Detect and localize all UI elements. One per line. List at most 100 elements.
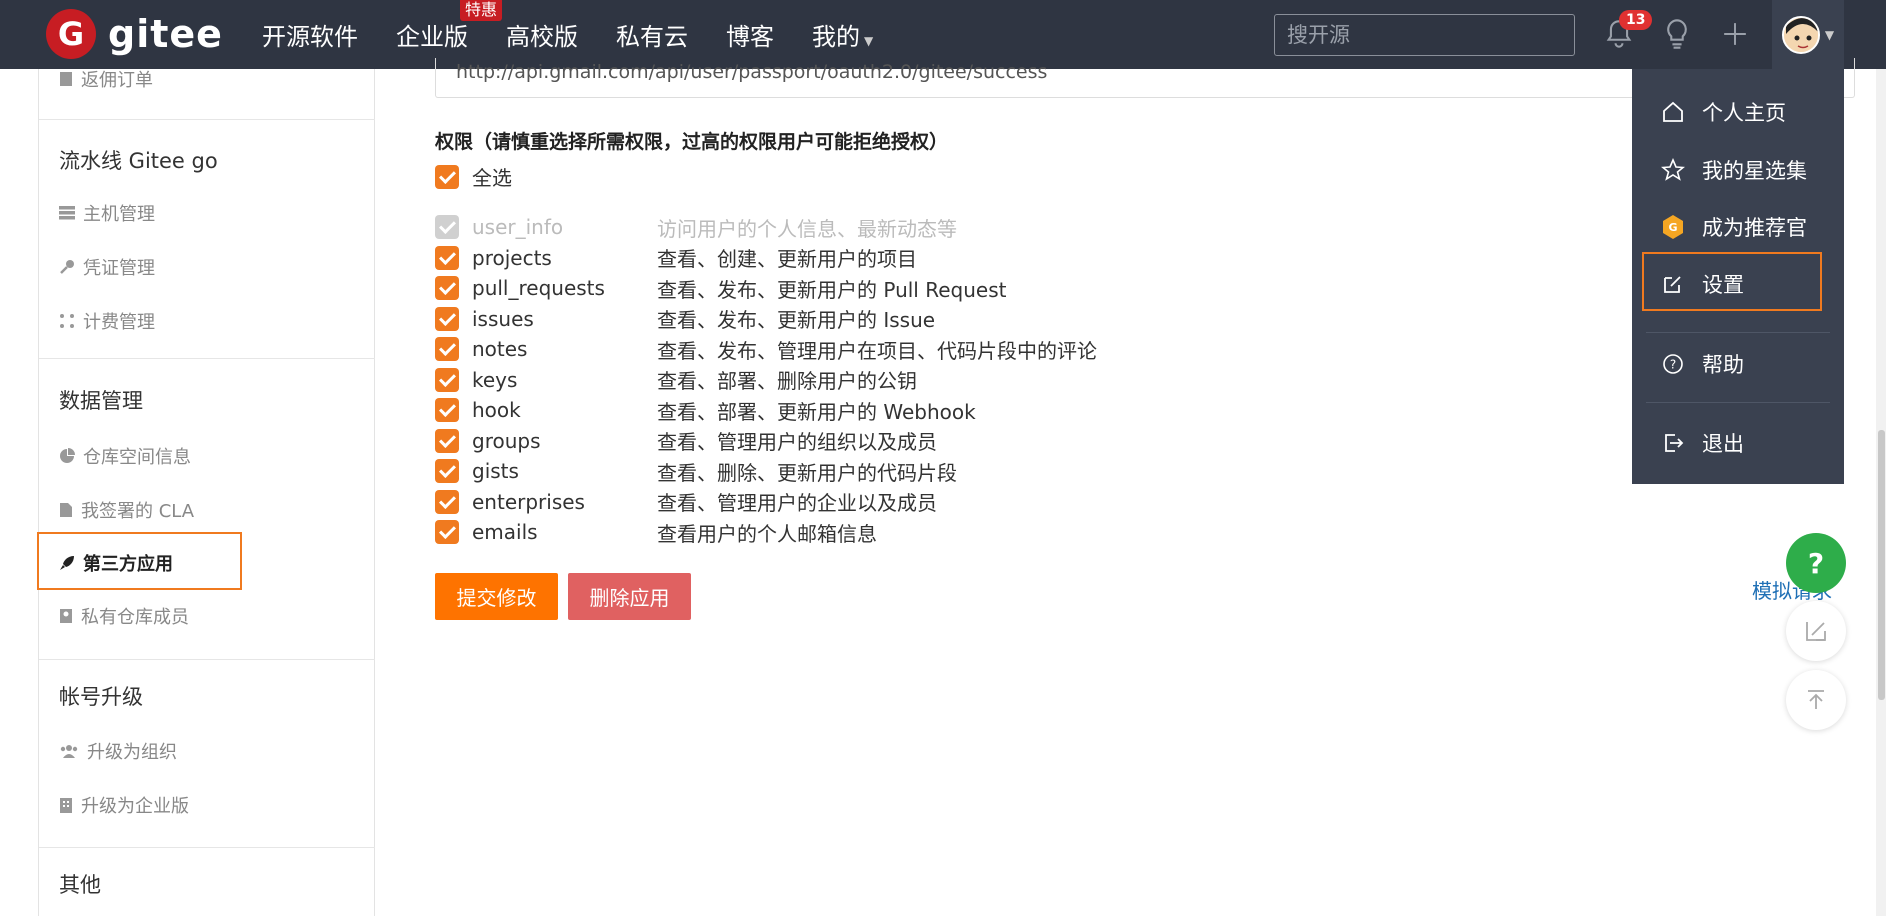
checkbox-icon (435, 367, 459, 392)
nav-open-source[interactable]: 开源软件 (262, 17, 358, 52)
permission-description: 查看用户的个人邮箱信息 (657, 521, 877, 546)
permission-row-pull-requests[interactable]: pull_requests 查看、发布、更新用户的 Pull Request (435, 275, 1006, 302)
lightbulb-button[interactable] (1659, 16, 1695, 52)
notification-count-badge: 13 (1619, 10, 1653, 30)
file-icon (60, 503, 72, 517)
nav-education[interactable]: 高校版 (506, 17, 578, 52)
promo-badge: 特惠 (459, 0, 502, 21)
permissions-title: 权限（请慎重选择所需权限，过高的权限用户可能拒绝授权） (435, 131, 949, 153)
badge-icon (60, 609, 72, 623)
submit-changes-button[interactable]: 提交修改 (435, 573, 558, 620)
permission-description: 查看、管理用户的组织以及成员 (657, 430, 937, 454)
pie-chart-icon (60, 448, 75, 463)
menu-item-logout[interactable]: 退出 (1660, 428, 1744, 458)
sidebar-item-credentials[interactable]: 凭证管理 (59, 254, 155, 280)
permission-row-emails[interactable]: emails 查看用户的个人邮箱信息 (435, 519, 877, 546)
permission-name: hook (472, 398, 521, 422)
checkbox-icon (435, 459, 459, 483)
permission-row-enterprises[interactable]: enterprises 查看、管理用户的企业以及成员 (435, 489, 937, 515)
settings-sidebar: 返佣订单 流水线 Gitee go 主机管理 凭证管理 计费管理 数据管理 仓库… (37, 66, 375, 916)
chevron-down-icon: ▼ (864, 34, 874, 48)
sidebar-item-third-party-apps[interactable]: 第三方应用 (59, 550, 173, 576)
checkbox-icon (435, 489, 459, 514)
permission-row-notes[interactable]: notes 查看、发布、管理用户在项目、代码片段中的评论 (435, 336, 1097, 363)
permission-name: user_info (472, 215, 564, 239)
notification-bell[interactable]: 13 (1601, 10, 1653, 52)
sidebar-item-private-members[interactable]: 私有仓库成员 (59, 603, 189, 629)
permission-description: 访问用户的个人信息、最新动态等 (657, 216, 957, 241)
menu-item-recommender[interactable]: G 成为推荐官 (1660, 212, 1807, 242)
create-button[interactable] (1717, 16, 1753, 52)
permission-name: gists (472, 459, 519, 483)
logout-icon (1665, 434, 1684, 452)
permission-description: 查看、发布、更新用户的 Issue (657, 308, 936, 332)
permission-row-groups[interactable]: groups 查看、管理用户的组织以及成员 (435, 428, 937, 454)
lightbulb-icon (1667, 19, 1687, 49)
nav-blog[interactable]: 博客 (726, 17, 774, 52)
nav-private-cloud[interactable]: 私有云 (616, 17, 688, 52)
permission-name: issues (472, 306, 534, 331)
server-icon (59, 206, 75, 220)
nav-enterprise[interactable]: 企业版 特惠 (396, 0, 502, 52)
menu-divider (1646, 402, 1830, 403)
permission-row-projects[interactable]: projects 查看、创建、更新用户的项目 (435, 245, 917, 271)
feedback-float-button[interactable] (1786, 601, 1846, 661)
permission-description: 查看、删除、更新用户的代码片段 (657, 460, 957, 485)
checkbox-icon (435, 276, 459, 300)
sidebar-divider (39, 119, 375, 120)
permission-name: emails (472, 520, 538, 544)
page-scrollbar-thumb[interactable] (1878, 430, 1885, 700)
menu-item-help[interactable]: ? 帮助 (1660, 349, 1744, 379)
delete-app-button[interactable]: 删除应用 (568, 573, 691, 620)
gitee-logo-text: gitee (108, 12, 223, 56)
permission-description: 查看、发布、管理用户在项目、代码片段中的评论 (657, 338, 1097, 363)
checkbox-icon (435, 398, 459, 422)
permission-name: projects (472, 245, 552, 270)
gitee-logo-mark: G (46, 9, 96, 59)
sidebar-item-hosts[interactable]: 主机管理 (59, 200, 155, 226)
nav-mine[interactable]: 我的 ▼ (812, 17, 873, 52)
svg-text:G: G (1668, 221, 1677, 234)
menu-divider (1646, 332, 1830, 333)
sidebar-item-upgrade-org[interactable]: 升级为组织 (59, 738, 177, 764)
permission-description: 查看、管理用户的企业以及成员 (657, 491, 937, 515)
permission-name: pull_requests (472, 276, 605, 300)
menu-item-star-collection[interactable]: 我的星选集 (1660, 155, 1807, 185)
search-input[interactable] (1274, 14, 1575, 56)
permission-row-hook[interactable]: hook 查看、部署、更新用户的 Webhook (435, 397, 976, 424)
permission-row-keys[interactable]: keys 查看、部署、删除用户的公钥 (435, 367, 917, 393)
avatar (1781, 15, 1820, 54)
menu-item-settings[interactable]: 设置 (1660, 269, 1744, 299)
plus-icon (1724, 23, 1746, 45)
select-all-checkbox[interactable]: 全选 (435, 162, 512, 191)
permission-description: 查看、部署、删除用户的公钥 (657, 369, 917, 393)
help-float-button[interactable]: ? (1786, 533, 1846, 593)
permission-description: 查看、发布、更新用户的 Pull Request (657, 277, 1007, 302)
sidebar-item-rebate-orders[interactable]: 返佣订单 (59, 66, 153, 92)
permission-name: enterprises (472, 489, 585, 514)
home-icon (1663, 101, 1683, 122)
permission-row-user-info: user_info 访问用户的个人信息、最新动态等 (435, 214, 957, 241)
gitee-logo[interactable]: G gitee (46, 9, 223, 59)
back-to-top-button[interactable] (1786, 670, 1846, 730)
menu-item-profile[interactable]: 个人主页 (1660, 97, 1786, 127)
sidebar-item-repo-space[interactable]: 仓库空间信息 (59, 443, 191, 469)
sidebar-item-cla[interactable]: 我签署的 CLA (59, 497, 194, 523)
permission-row-gists[interactable]: gists 查看、删除、更新用户的代码片段 (435, 458, 957, 485)
checkbox-icon (435, 337, 459, 361)
edit-note-icon (1806, 622, 1826, 641)
sidebar-item-upgrade-enterprise[interactable]: 升级为企业版 (59, 792, 189, 818)
svg-text:?: ? (1670, 358, 1676, 372)
permission-description: 查看、部署、更新用户的 Webhook (657, 399, 976, 424)
sidebar-item-billing[interactable]: 计费管理 (59, 308, 155, 334)
permission-row-issues[interactable]: issues 查看、发布、更新用户的 Issue (435, 306, 935, 332)
help-circle-icon: ? (1663, 354, 1683, 374)
arrow-up-icon (1808, 690, 1824, 709)
key-icon (60, 260, 74, 274)
recommender-badge-icon: G (1663, 215, 1683, 239)
permission-name: groups (472, 428, 541, 453)
checkbox-icon (435, 245, 459, 270)
sidebar-divider (39, 358, 375, 359)
sidebar-group-other: 其他 (59, 873, 101, 897)
sidebar-group-upgrade: 帐号升级 (59, 685, 143, 709)
